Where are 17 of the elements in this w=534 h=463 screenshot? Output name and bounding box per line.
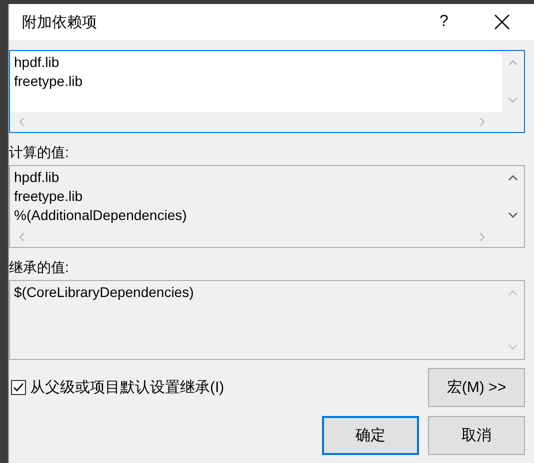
text-line: %(AdditionalDependencies) <box>14 206 187 225</box>
text-line: hpdf.lib <box>14 53 60 72</box>
text-line: hpdf.lib <box>14 168 60 187</box>
input-field[interactable]: hpdf.lib freetype.lib <box>9 50 525 133</box>
checkbox[interactable] <box>11 380 26 395</box>
text-line: freetype.lib <box>14 72 82 91</box>
text-line: $(CoreLibraryDependencies) <box>14 283 194 302</box>
close-icon[interactable] <box>494 14 510 30</box>
cancel-button[interactable]: 取消 <box>428 416 525 455</box>
field-label: 继承的值: <box>9 258 70 276</box>
ok-button[interactable]: 确定 <box>322 416 419 455</box>
checkbox-label[interactable]: 从父级或项目默认设置继承(I) <box>30 378 224 397</box>
field-label: 计算的值: <box>9 143 70 161</box>
help-button[interactable]: ? <box>424 13 464 31</box>
macro-button[interactable]: 宏(M) >> <box>428 368 525 407</box>
text-line: freetype.lib <box>14 187 82 206</box>
window-title: 附加依赖项 <box>22 12 98 32</box>
